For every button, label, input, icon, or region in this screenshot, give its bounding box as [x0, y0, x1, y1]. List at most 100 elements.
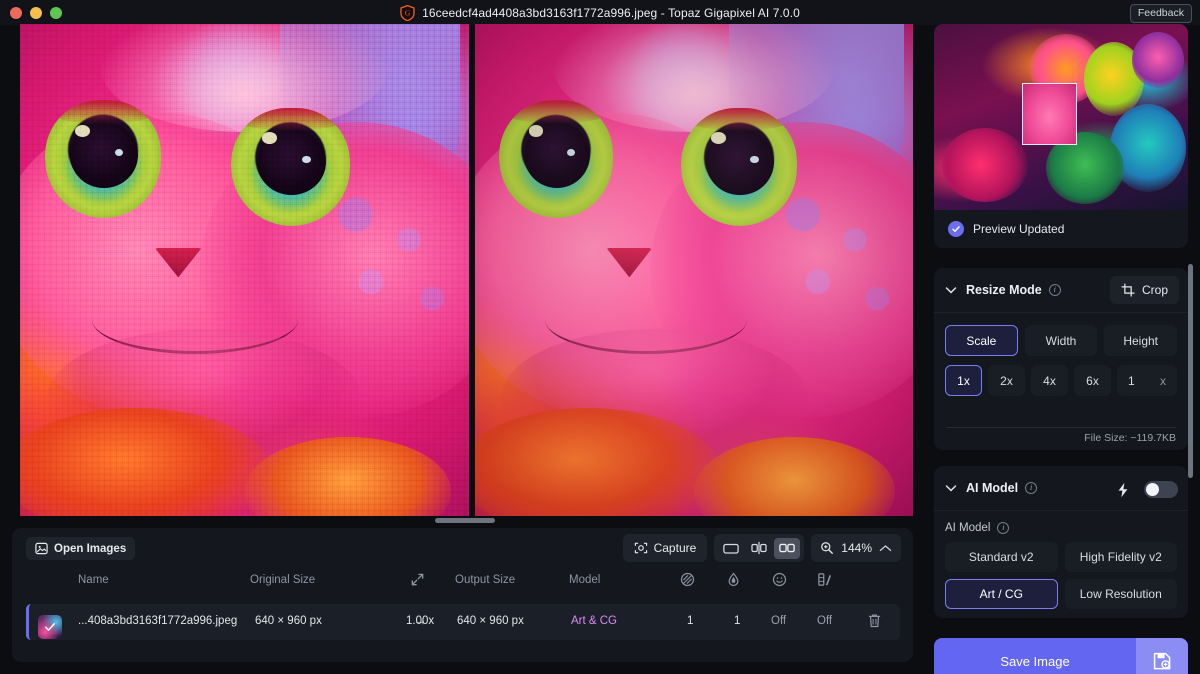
trash-icon[interactable] — [867, 613, 882, 629]
cell-original-size: 640 × 960 px — [255, 615, 322, 627]
original-image-pane[interactable] — [20, 24, 469, 516]
scale-6x[interactable]: 6x — [1074, 365, 1111, 396]
resize-mode-options: Scale Width Height — [934, 313, 1188, 356]
resize-mode-scale[interactable]: Scale — [945, 325, 1018, 356]
model-standard-v2[interactable]: Standard v2 — [945, 542, 1058, 572]
lightning-bolt-icon[interactable] — [1116, 482, 1130, 498]
color-adjust-icon[interactable] — [817, 572, 832, 587]
window-title: 16ceedcf4ad4408a3bd3163f1772a996.jpeg - … — [422, 5, 800, 20]
original-image-art — [20, 24, 469, 516]
column-header-original-size[interactable]: Original Size — [250, 574, 315, 586]
resize-mode-card: Resize Mode i Crop Scale Width Height 1x… — [934, 268, 1188, 450]
preview-selection-box[interactable] — [1022, 83, 1077, 145]
model-art-cg[interactable]: Art / CG — [945, 579, 1058, 609]
cell-model[interactable]: Art & CG — [571, 615, 617, 627]
ai-model-title: AI Model — [966, 481, 1019, 495]
capture-label: Capture — [653, 541, 697, 555]
window-title-group: G 16ceedcf4ad4408a3bd3163f1772a996.jpeg … — [0, 0, 1200, 25]
resize-mode-title: Resize Mode — [966, 283, 1042, 297]
minimize-button[interactable] — [30, 6, 42, 19]
zoom-control[interactable]: 144% — [811, 534, 901, 562]
side-by-side-view-button[interactable] — [774, 537, 801, 559]
view-mode-group — [714, 534, 805, 562]
ai-model-sublabel-row: AI Model i — [934, 511, 1188, 534]
single-pane-view-button[interactable] — [718, 538, 744, 559]
capture-button[interactable]: Capture — [622, 534, 708, 562]
preview-status: Preview Updated — [934, 210, 1188, 248]
cell-file-name: ...408a3bd3163f1772a996.jpeg — [78, 615, 238, 627]
capture-frame-icon — [634, 541, 648, 555]
maximize-button[interactable] — [50, 6, 62, 19]
info-icon[interactable]: i — [997, 522, 1010, 534]
column-header-output-size[interactable]: Output Size — [455, 574, 515, 586]
crop-icon — [1121, 283, 1135, 297]
divider — [946, 427, 1176, 428]
scale-1x[interactable]: 1x — [945, 365, 982, 396]
model-high-fidelity-v2[interactable]: High Fidelity v2 — [1064, 542, 1177, 572]
cell-output-size: 640 × 960 px — [457, 615, 524, 627]
window-controls — [10, 0, 62, 25]
scale-2x[interactable]: 2x — [988, 365, 1025, 396]
file-table-header: Name Original Size Output Size Model — [12, 568, 913, 599]
column-header-name[interactable]: Name — [78, 574, 109, 586]
face-recovery-icon[interactable] — [772, 572, 787, 587]
cell-color[interactable]: Off — [817, 615, 832, 627]
custom-scale-unit: x — [1160, 373, 1166, 388]
open-images-button[interactable]: Open Images — [26, 537, 136, 560]
model-low-resolution[interactable]: Low Resolution — [1064, 579, 1177, 609]
svg-text:G: G — [405, 8, 411, 17]
table-row[interactable]: ...408a3bd3163f1772a996.jpeg 640 × 960 p… — [26, 604, 900, 640]
view-toolbar: Capture 144% — [622, 534, 901, 562]
info-icon[interactable]: i — [1025, 482, 1038, 494]
check-circle-icon — [948, 221, 964, 237]
denoise-droplet-icon[interactable] — [726, 572, 741, 587]
resize-mode-height[interactable]: Height — [1104, 325, 1178, 356]
preview-thumbnail[interactable] — [934, 24, 1188, 210]
scale-options: 1x 2x 4x 6x 1 x — [934, 356, 1188, 396]
image-icon — [35, 542, 48, 555]
auto-model-toggle[interactable] — [1144, 481, 1178, 498]
selected-check-icon — [43, 620, 57, 634]
title-bar: G 16ceedcf4ad4408a3bd3163f1772a996.jpeg … — [0, 0, 1200, 25]
resize-mode-width[interactable]: Width — [1024, 325, 1098, 356]
column-header-model[interactable]: Model — [569, 574, 600, 586]
custom-scale-input[interactable]: 1 x — [1117, 365, 1177, 396]
split-compare-icon — [751, 541, 767, 555]
zoom-level-label: 144% — [841, 541, 872, 555]
ai-model-sublabel: AI Model — [945, 522, 991, 534]
chevron-down-icon[interactable] — [944, 283, 958, 297]
preview-image-pane[interactable] — [474, 24, 913, 516]
split-compare-view-button[interactable] — [746, 538, 772, 559]
cell-sharpen[interactable]: 1 — [687, 615, 693, 627]
sharpen-icon[interactable] — [680, 572, 695, 587]
chevron-up-icon[interactable] — [879, 544, 892, 553]
save-image-label: Save Image — [1000, 653, 1070, 669]
crop-button[interactable]: Crop — [1109, 276, 1179, 304]
ai-model-header[interactable]: AI Model i — [934, 466, 1188, 511]
preview-status-label: Preview Updated — [973, 222, 1065, 236]
bottom-panel: Open Images Capture 144% Name Original S… — [12, 528, 913, 662]
gigapixel-app-window: G 16ceedcf4ad4408a3bd3163f1772a996.jpeg … — [0, 0, 1200, 674]
magnifier-icon — [820, 541, 834, 555]
cell-denoise[interactable]: 1 — [734, 615, 740, 627]
bottom-toolbar: Open Images Capture 144% — [12, 528, 913, 568]
image-compare-canvas — [20, 24, 913, 516]
save-disk-icon[interactable] — [1136, 638, 1188, 674]
crop-label: Crop — [1141, 283, 1168, 297]
sidebar-scrollbar[interactable] — [1188, 264, 1193, 478]
canvas-resize-handle[interactable] — [435, 518, 495, 523]
ai-model-options: Standard v2 High Fidelity v2 Art / CG Lo… — [934, 534, 1188, 609]
single-pane-icon — [723, 542, 740, 555]
close-button[interactable] — [10, 6, 22, 19]
resize-mode-header[interactable]: Resize Mode i Crop — [934, 268, 1188, 313]
side-by-side-icon — [779, 542, 796, 554]
cell-face-recovery[interactable]: Off — [771, 615, 786, 627]
feedback-button[interactable]: Feedback — [1129, 4, 1192, 23]
preview-card: Preview Updated — [934, 24, 1188, 248]
row-thumbnail — [38, 615, 62, 639]
info-icon[interactable]: i — [1048, 284, 1061, 296]
custom-scale-value: 1 — [1128, 373, 1135, 388]
scale-4x[interactable]: 4x — [1031, 365, 1068, 396]
chevron-down-icon[interactable] — [944, 481, 958, 495]
save-image-button[interactable]: Save Image — [934, 638, 1188, 674]
